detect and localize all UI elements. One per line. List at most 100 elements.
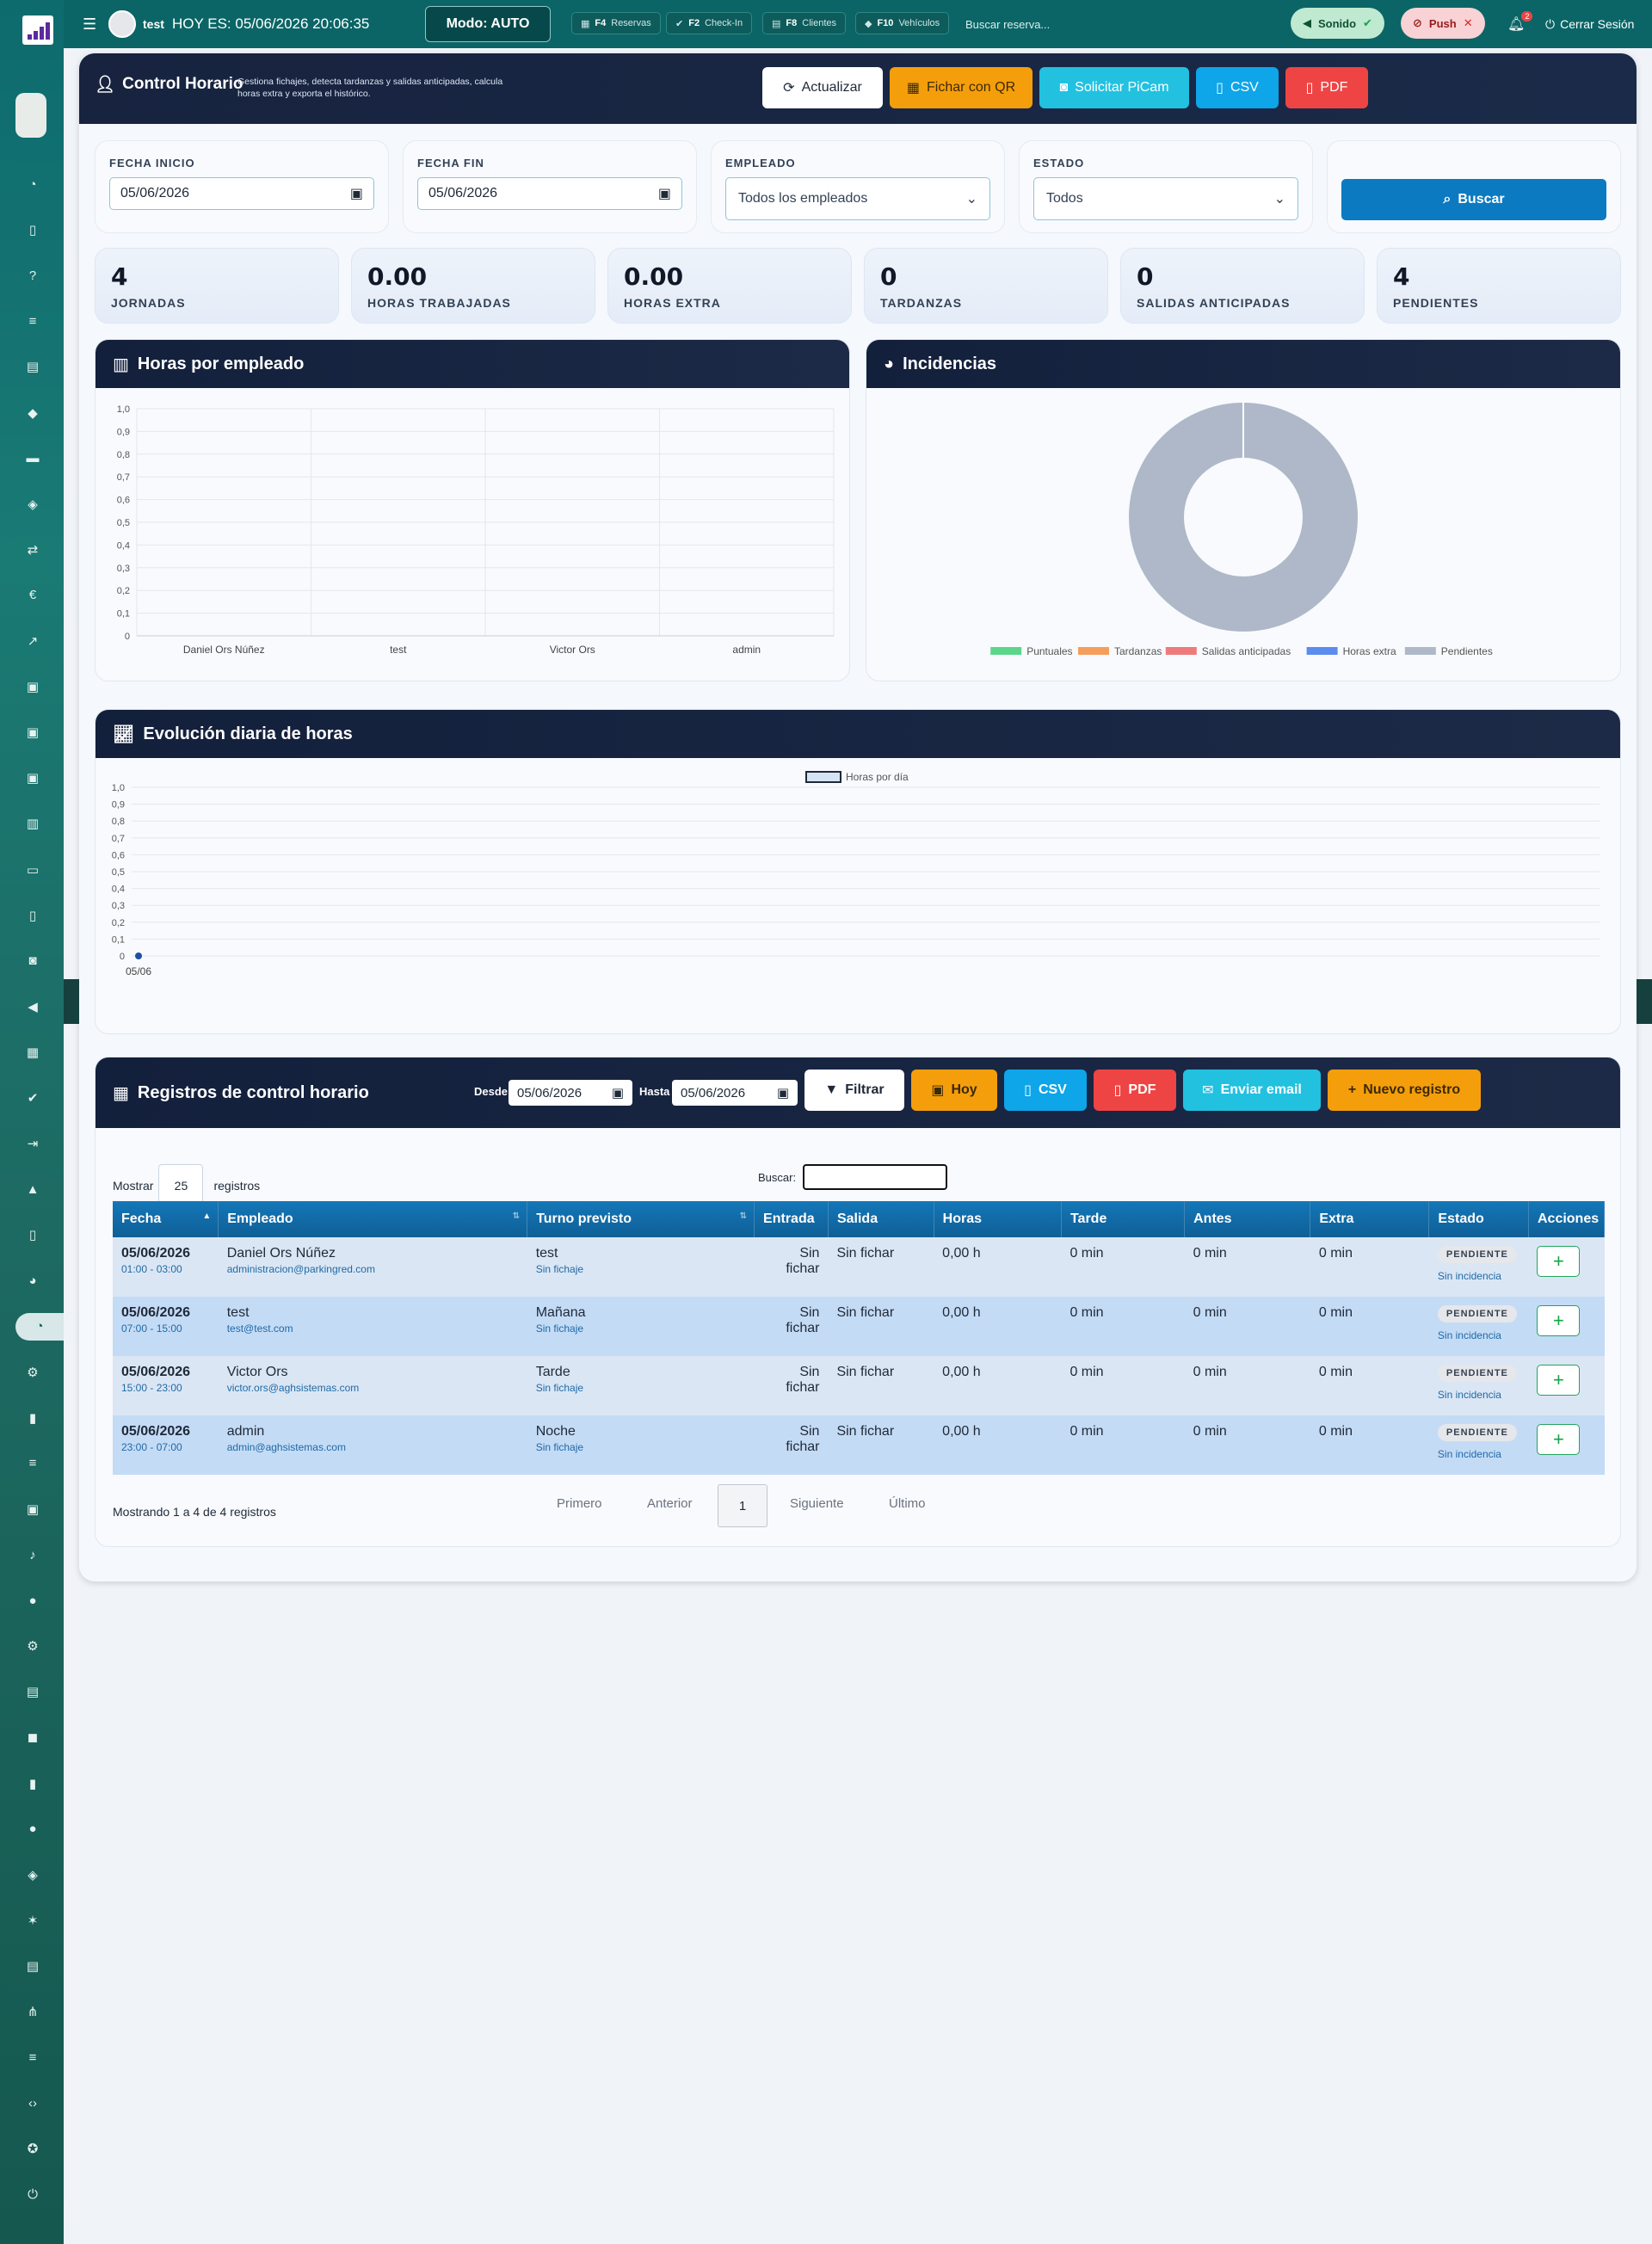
pdf-export-button[interactable]: ▯ PDF — [1285, 67, 1368, 108]
new-record-button[interactable]: + Nuevo registro — [1328, 1070, 1481, 1111]
calendar-icon[interactable]: ▣ — [19, 673, 46, 700]
calendar-check-icon[interactable]: ▣ — [19, 718, 46, 746]
layers-icon[interactable]: ◈ — [19, 490, 46, 518]
camera-icon[interactable]: ◙ — [19, 947, 46, 975]
column-header[interactable]: Horas — [934, 1201, 1062, 1237]
book-icon[interactable]: ▮ — [19, 1770, 46, 1797]
help-icon[interactable]: ? — [19, 262, 46, 289]
network-icon[interactable]: ✶ — [19, 1907, 46, 1934]
user-alt-icon[interactable]: ● — [19, 1816, 46, 1843]
id-card-icon[interactable]: ▤ — [19, 353, 46, 380]
exchange-icon[interactable]: ⇄ — [19, 536, 46, 564]
pagination-previous[interactable]: Anterior — [647, 1496, 693, 1511]
logout-button[interactable]: ⏻ Cerrar Sesión — [1545, 0, 1634, 48]
filter-button[interactable]: ▼ Filtrar — [804, 1070, 904, 1111]
table-search-input[interactable] — [803, 1164, 948, 1190]
employee-select[interactable]: Todos los empleados ⌄ — [725, 177, 990, 220]
archive-icon[interactable]: ▤ — [19, 1678, 46, 1705]
volume-icon[interactable]: ◀ — [19, 993, 46, 1020]
state-select[interactable]: Todos ⌄ — [1033, 177, 1298, 220]
user-icon[interactable]: ● — [19, 1587, 46, 1614]
building-icon[interactable]: ▥ — [19, 810, 46, 837]
text-icon[interactable]: ▦ — [19, 1039, 46, 1066]
pagination-last[interactable]: Último — [889, 1496, 926, 1511]
column-header[interactable]: Entrada — [754, 1201, 829, 1237]
column-header[interactable]: Turno previsto ⇅ — [527, 1201, 755, 1237]
csv-export-button[interactable]: ▯ CSV — [1196, 67, 1279, 108]
reservation-search-input[interactable]: Buscar reserva... — [965, 0, 1050, 48]
qr-clock-button[interactable]: ▦ Fichar con QR — [890, 67, 1032, 108]
video-icon[interactable]: ◼ — [19, 1723, 46, 1751]
power-icon[interactable]: ⏻ — [19, 2180, 46, 2208]
list-ul-icon[interactable]: ≡ — [19, 1450, 46, 1477]
chip-icon[interactable]: ▣ — [19, 1495, 46, 1523]
column-header[interactable]: Tarde — [1061, 1201, 1186, 1237]
list-ol-icon[interactable]: ≡ — [19, 2044, 46, 2071]
document-icon[interactable]: ▯ — [19, 902, 46, 929]
card-icon[interactable]: ▭ — [19, 856, 46, 884]
shield-icon[interactable]: ◈ — [19, 1861, 46, 1889]
calendar-icon[interactable]: ▣ — [350, 185, 363, 202]
hasta-date-input[interactable]: 05/06/2026 ▣ — [672, 1080, 798, 1106]
add-record-button[interactable]: + — [1537, 1246, 1581, 1277]
bike-icon[interactable]: ⚙ — [19, 1359, 46, 1386]
records-csv-button[interactable]: ▯ CSV — [1004, 1070, 1087, 1111]
shortcut-checkin[interactable]: ✔ F2 Check-In — [666, 12, 753, 34]
today-button[interactable]: ▣ Hoy — [911, 1070, 997, 1111]
sign-out-icon[interactable]: ⇥ — [19, 1130, 46, 1157]
calendar-plus-icon[interactable]: ▣ — [19, 764, 46, 792]
box-icon[interactable]: ▮ — [19, 1404, 46, 1432]
column-header[interactable]: Acciones — [1528, 1201, 1606, 1237]
pagination-page-1[interactable]: 1 — [718, 1484, 767, 1527]
file-alt-icon[interactable]: ▯ — [19, 1221, 46, 1248]
app-logo[interactable] — [22, 15, 53, 45]
desde-date-input[interactable]: 05/06/2026 ▣ — [509, 1080, 632, 1106]
dashboard-icon[interactable]: ◔ — [19, 170, 46, 198]
calendar-icon[interactable]: ▣ — [612, 1085, 624, 1100]
column-header[interactable]: Extra — [1310, 1201, 1430, 1237]
start-date-input[interactable]: 05/06/2026 ▣ — [109, 177, 374, 210]
chart-icon[interactable]: ↗ — [19, 627, 46, 655]
users-group-icon[interactable]: ◕ — [19, 1267, 46, 1294]
menu-toggle-icon[interactable]: ☰ — [83, 0, 96, 48]
shortcut-reservas[interactable]: ▦ F4 Reservas — [571, 12, 661, 34]
check-icon[interactable]: ✔ — [19, 1084, 46, 1112]
shortcut-clientes[interactable]: ▤ F8 Clientes — [762, 12, 846, 34]
add-record-button[interactable]: + — [1537, 1305, 1581, 1336]
calendar-icon[interactable]: ▣ — [658, 185, 671, 202]
users-icon[interactable]: ▲ — [19, 1175, 46, 1203]
code-icon[interactable]: ‹› — [19, 2089, 46, 2117]
column-header[interactable]: Antes — [1184, 1201, 1311, 1237]
sound-toggle[interactable]: ◀ Sonido ✔ — [1291, 8, 1384, 39]
picam-button[interactable]: ◙ Solicitar PiCam — [1039, 67, 1189, 108]
add-record-button[interactable]: + — [1537, 1424, 1581, 1455]
truck-icon[interactable]: ▬ — [19, 445, 46, 472]
calendar-icon[interactable]: ▣ — [777, 1085, 789, 1100]
user-avatar[interactable] — [108, 0, 136, 48]
car-icon[interactable]: ◆ — [19, 399, 46, 427]
broadcast-icon[interactable]: ✪ — [19, 2135, 46, 2162]
add-record-button[interactable]: + — [1537, 1365, 1581, 1396]
cogs-icon[interactable]: ⚙ — [19, 1632, 46, 1660]
pagination-next[interactable]: Siguiente — [790, 1496, 844, 1511]
file-icon[interactable]: ▯ — [19, 216, 46, 244]
list-icon[interactable]: ≡ — [19, 307, 46, 335]
notifications-bell-icon[interactable]: 🔔︎ 2 — [1507, 0, 1536, 48]
pagination-first[interactable]: Primero — [557, 1496, 602, 1511]
sitemap-icon[interactable]: ⋔ — [19, 1998, 46, 2025]
column-header[interactable]: Fecha ▲ — [113, 1201, 219, 1237]
end-date-input[interactable]: 05/06/2026 ▣ — [417, 177, 682, 210]
clock-icon[interactable]: ◔ — [15, 1312, 64, 1341]
search-button[interactable]: ⌕ Buscar — [1341, 179, 1606, 220]
euro-icon[interactable]: € — [19, 582, 46, 609]
push-toggle[interactable]: ⊘ Push ✕ — [1401, 8, 1485, 39]
column-header[interactable]: Estado — [1428, 1201, 1529, 1237]
column-header[interactable]: Empleado ⇅ — [218, 1201, 528, 1237]
mode-button[interactable]: Modo: AUTO — [425, 6, 551, 42]
bell-icon[interactable]: ♪ — [19, 1541, 46, 1569]
refresh-button[interactable]: ⟳ Actualizar — [762, 67, 883, 108]
send-email-button[interactable]: ✉ Enviar email — [1183, 1070, 1321, 1111]
column-header[interactable]: Salida — [828, 1201, 934, 1237]
records-pdf-button[interactable]: ▯ PDF — [1094, 1070, 1176, 1111]
shortcut-vehiculos[interactable]: ◆ F10 Vehículos — [855, 12, 950, 34]
